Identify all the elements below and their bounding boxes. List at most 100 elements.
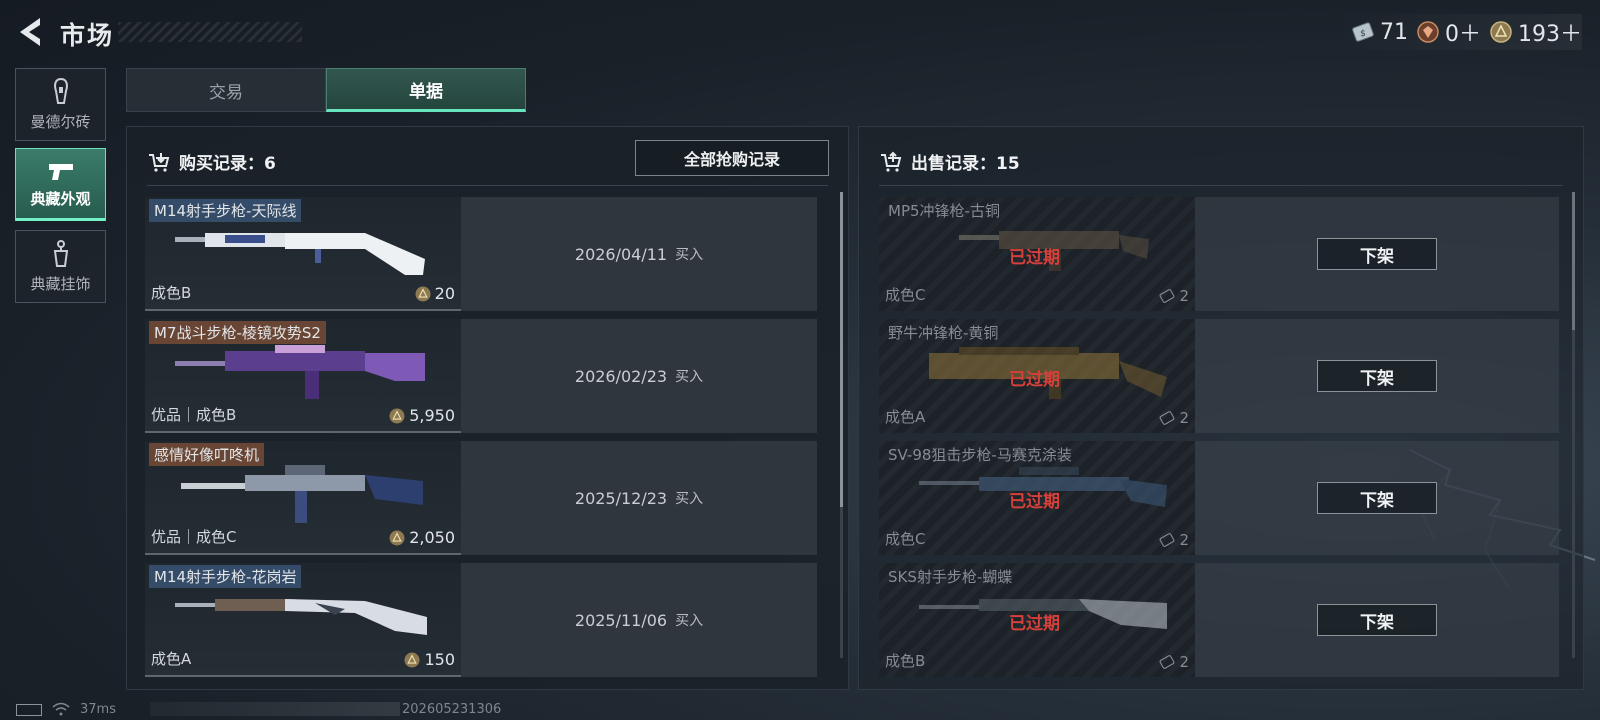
item-card: SV-98狙击步枪-马赛克涂装 已过期 成色C 2 [879, 441, 1195, 555]
page-title: 市场 [60, 21, 115, 50]
sale-actions: 下架 [1195, 563, 1559, 677]
purchase-info: 2026/04/11 买入 [461, 197, 817, 311]
purchase-info: 2026/02/23 买入 [461, 319, 817, 433]
purchase-header: 购买记录：6 [147, 149, 276, 174]
item-quality: 成色A [885, 408, 926, 426]
item-card: 野牛冲锋枪-黄铜 已过期 成色A 2 [879, 319, 1195, 433]
item-card: M7战斗步枪-棱镜攻势S2 优品｜成色B 5,950 [145, 319, 461, 433]
item-card: M14射手步枪-天际线 成色B 20 [145, 197, 461, 311]
currency-coin[interactable]: 193＋ [1489, 16, 1582, 48]
purchase-info: 2025/11/06 买入 [461, 563, 817, 677]
cart-upload-icon [881, 151, 902, 172]
delist-button[interactable]: 下架 [1317, 482, 1437, 514]
rifle-skin-image [175, 233, 425, 275]
currency-ticket[interactable]: $ 71 [1351, 20, 1408, 45]
item-price: 2,050 [388, 528, 455, 547]
item-quality: 成色C [885, 286, 926, 304]
currency-gem[interactable]: 0＋ [1416, 16, 1481, 48]
mandel-brick-icon [53, 77, 68, 104]
item-price-value: 2 [1179, 653, 1189, 671]
purchase-date: 2025/12/23 [574, 488, 668, 508]
item-price: 2 [1158, 653, 1189, 671]
item-card: SKS射手步枪-蝴蝶 已过期 成色B 2 [879, 563, 1195, 677]
sales-row[interactable]: MP5冲锋枪-古铜 已过期 成色C 2 下架 [879, 197, 1559, 311]
sale-actions: 下架 [1195, 197, 1559, 311]
item-quality: 优品｜成色B [151, 406, 237, 424]
item-name: 感情好像叮咚机 [149, 443, 265, 466]
top-bar: 市场 $ 71 0＋ 193＋ [0, 0, 1600, 64]
purchase-action: 买入 [675, 613, 704, 629]
title-stripe-decoration [118, 22, 302, 42]
build-number: 202605231306 [402, 702, 502, 717]
tab-orders[interactable]: 单据 [326, 68, 526, 112]
item-price: 2 [1158, 287, 1189, 305]
item-name: M14射手步枪-天际线 [149, 199, 302, 222]
item-price-value: 20 [434, 284, 455, 303]
item-name: M7战斗步枪-棱镜攻势S2 [149, 321, 326, 344]
coin-icon [389, 530, 405, 545]
purchase-action: 买入 [675, 247, 704, 263]
currency-ticket-value: 71 [1380, 19, 1408, 45]
item-name: SKS射手步枪-蝴蝶 [888, 568, 1013, 586]
coin-icon [1490, 21, 1512, 43]
sales-row[interactable]: SV-98狙击步枪-马赛克涂装 已过期 成色C 2 下架 [879, 441, 1559, 555]
sidebar-item-label: 典藏挂饰 [30, 275, 91, 293]
battery-icon [16, 704, 42, 716]
expired-label: 已过期 [1009, 614, 1060, 634]
sales-list: MP5冲锋枪-古铜 已过期 成色C 2 下架 野牛冲锋枪-黄铜 已过期 成色A … [879, 197, 1559, 679]
rifle-skin-image [181, 465, 423, 523]
delist-button[interactable]: 下架 [1317, 238, 1437, 270]
purchase-date: 2026/02/23 [574, 366, 668, 386]
currency-gem-value: 0＋ [1445, 22, 1481, 47]
expired-label: 已过期 [1009, 370, 1060, 390]
item-name: M14射手步枪-花岗岩 [149, 565, 302, 588]
item-price-value: 5,950 [409, 406, 455, 425]
purchase-row[interactable]: M14射手步枪-天际线 成色B 20 2026/04/11 买入 [145, 197, 817, 311]
item-price: 2 [1158, 531, 1189, 549]
ticket-icon [1159, 533, 1175, 547]
ticket-icon: $ [1352, 22, 1374, 42]
delist-button[interactable]: 下架 [1317, 360, 1437, 392]
sales-header: 出售记录：15 [879, 149, 1020, 174]
coin-icon [389, 408, 405, 423]
item-quality: 优品｜成色C [151, 528, 237, 546]
sidebar-item-collection-charms[interactable]: 典藏挂饰 [15, 230, 106, 303]
purchase-scrollbar-thumb[interactable] [840, 192, 843, 507]
item-card: MP5冲锋枪-古铜 已过期 成色C 2 [879, 197, 1195, 311]
sidebar-item-collection-skins[interactable]: 典藏外观 [15, 148, 106, 221]
currency-bar: $ 71 0＋ 193＋ [1331, 14, 1582, 50]
tab-trade[interactable]: 交易 [126, 68, 326, 112]
sales-scrollbar-thumb[interactable] [1572, 192, 1575, 330]
item-price: 5,950 [388, 406, 455, 425]
sidebar-item-mandel-brick[interactable]: 曼德尔砖 [15, 68, 106, 141]
item-price-value: 2 [1179, 287, 1189, 305]
all-flash-purchase-records-button[interactable]: 全部抢购记录 [635, 140, 829, 176]
item-price-value: 2,050 [409, 528, 455, 547]
purchase-row[interactable]: M14射手步枪-花岗岩 成色A 150 2025/11/06 买入 [145, 563, 817, 677]
ticket-icon [1159, 289, 1175, 303]
purchase-row[interactable]: 感情好像叮咚机 优品｜成色C 2,050 2025/12/23 买入 [145, 441, 817, 555]
svg-text:$: $ [1360, 29, 1366, 39]
item-price-value: 2 [1179, 531, 1189, 549]
purchase-action: 买入 [675, 491, 704, 507]
rifle-skin-image [175, 345, 425, 399]
gem-icon [1417, 21, 1439, 43]
item-quality: 成色C [885, 530, 926, 548]
delist-button[interactable]: 下架 [1317, 604, 1437, 636]
sales-row[interactable]: SKS射手步枪-蝴蝶 已过期 成色B 2 下架 [879, 563, 1559, 677]
purchase-title: 购买记录：6 [179, 154, 276, 174]
purchase-info: 2025/12/23 买入 [461, 441, 817, 555]
sales-title: 出售记录：15 [911, 154, 1020, 174]
purchase-list: M14射手步枪-天际线 成色B 20 2026/04/11 买入 M7战斗步枪-… [145, 197, 817, 679]
item-price-value: 150 [424, 650, 455, 669]
purchase-date: 2025/11/06 [574, 610, 668, 630]
cart-download-icon [149, 152, 170, 172]
sales-row[interactable]: 野牛冲锋枪-黄铜 已过期 成色A 2 下架 [879, 319, 1559, 433]
purchase-row[interactable]: M7战斗步枪-棱镜攻势S2 优品｜成色B 5,950 2026/02/23 买入 [145, 319, 817, 433]
status-decoration [150, 702, 400, 716]
item-quality: 成色B [885, 652, 926, 670]
coin-icon [404, 652, 420, 667]
back-arrow-icon[interactable] [14, 14, 46, 50]
ticket-icon [1159, 411, 1175, 425]
sale-actions: 下架 [1195, 319, 1559, 433]
